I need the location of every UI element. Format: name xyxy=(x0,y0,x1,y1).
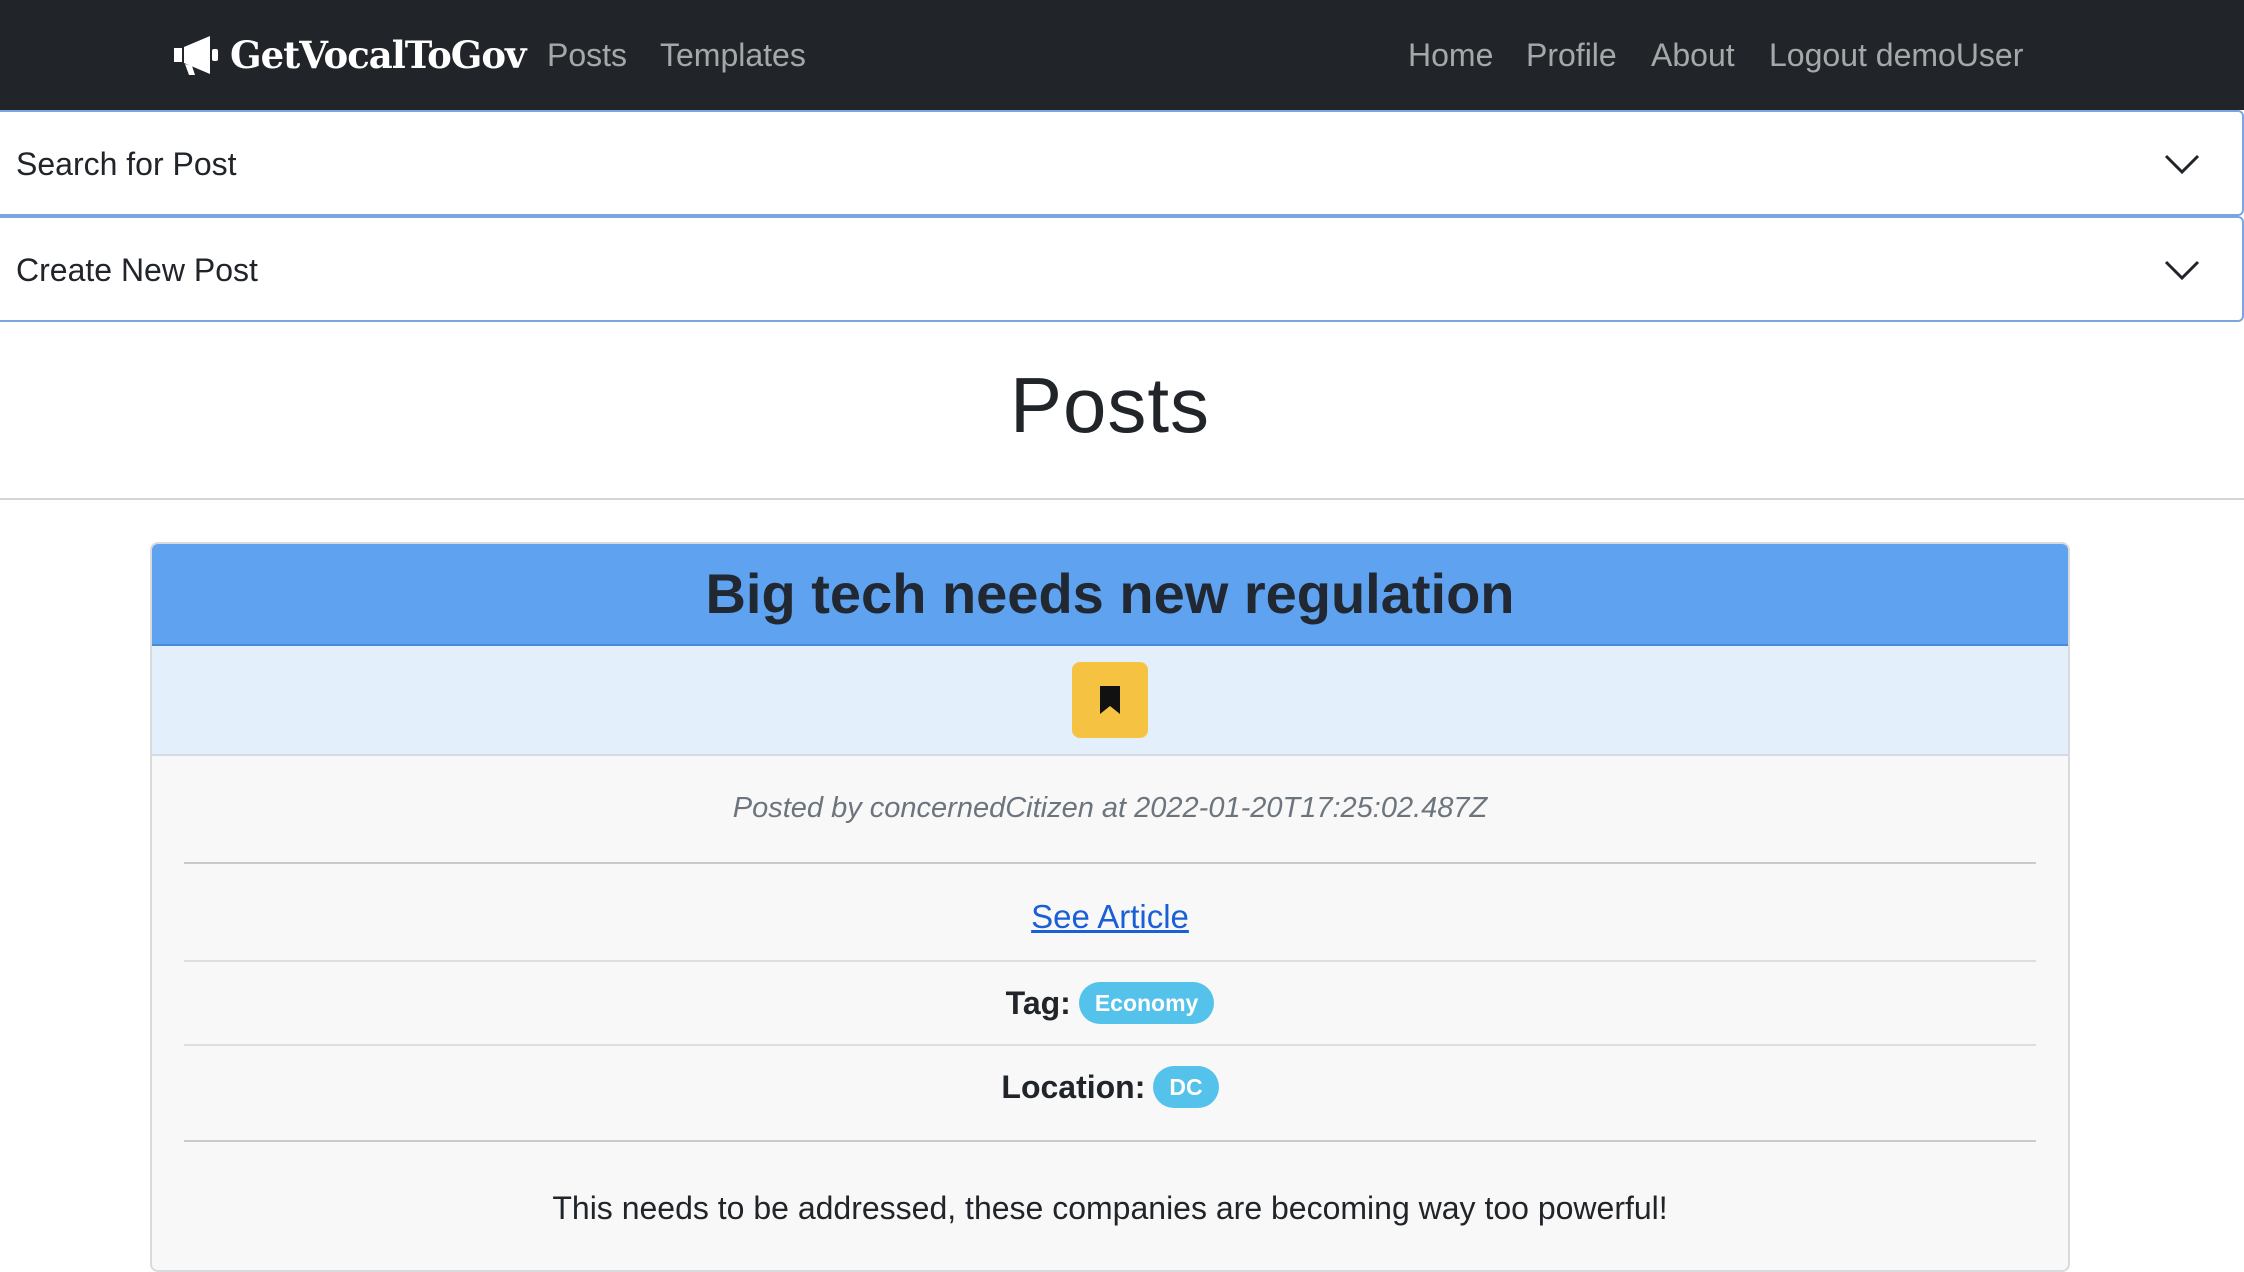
brand-link[interactable]: GetVocalToGov xyxy=(172,26,527,84)
search-post-label: Search for Post xyxy=(16,146,237,182)
nav-templates[interactable]: Templates xyxy=(660,30,806,80)
tag-badge[interactable]: Economy xyxy=(1078,982,1215,1024)
divider xyxy=(184,1044,2036,1046)
page-title: Posts xyxy=(1009,361,1211,449)
brand-name: GetVocalToGov xyxy=(230,33,527,77)
see-article-link[interactable]: See Article xyxy=(1031,898,1189,935)
bookmark-row xyxy=(152,646,2068,756)
nav-about[interactable]: About xyxy=(1651,30,1735,80)
bookmark-icon xyxy=(1100,686,1120,714)
chevron-down-icon xyxy=(2164,260,2200,281)
post-body: This needs to be addressed, these compan… xyxy=(552,1190,1668,1226)
nav-posts[interactable]: Posts xyxy=(547,30,627,80)
nav-profile[interactable]: Profile xyxy=(1526,30,1617,80)
divider xyxy=(184,1140,2036,1142)
chevron-down-icon xyxy=(2164,154,2200,175)
tag-label: Tag: xyxy=(1005,984,1071,1021)
post-meta: Posted by concernedCitizen at 2022-01-20… xyxy=(732,792,1488,824)
title-divider xyxy=(0,498,2244,500)
create-post-accordion[interactable]: Create New Post xyxy=(0,216,2244,322)
divider xyxy=(184,862,2036,864)
tag-row: Tag: Economy xyxy=(152,978,2068,1028)
search-post-accordion[interactable]: Search for Post xyxy=(0,110,2244,216)
location-row: Location: DC xyxy=(152,1062,2068,1112)
top-navbar: GetVocalToGov Posts Templates Home Profi… xyxy=(0,0,2244,110)
post-card: Big tech needs new regulation Posted by … xyxy=(150,542,2070,1272)
see-article-link-wrap: See Article xyxy=(152,898,2068,936)
location-badge[interactable]: DC xyxy=(1153,1066,1219,1108)
bookmark-button[interactable] xyxy=(1072,662,1148,738)
megaphone-icon xyxy=(174,36,218,75)
create-post-label: Create New Post xyxy=(16,252,258,288)
divider xyxy=(184,960,2036,962)
post-title: Big tech needs new regulation xyxy=(705,562,1515,625)
nav-logout[interactable]: Logout demoUser xyxy=(1769,30,2023,80)
location-label: Location: xyxy=(1001,1068,1146,1105)
nav-home[interactable]: Home xyxy=(1408,30,1493,80)
post-card-header: Big tech needs new regulation xyxy=(152,544,2068,646)
